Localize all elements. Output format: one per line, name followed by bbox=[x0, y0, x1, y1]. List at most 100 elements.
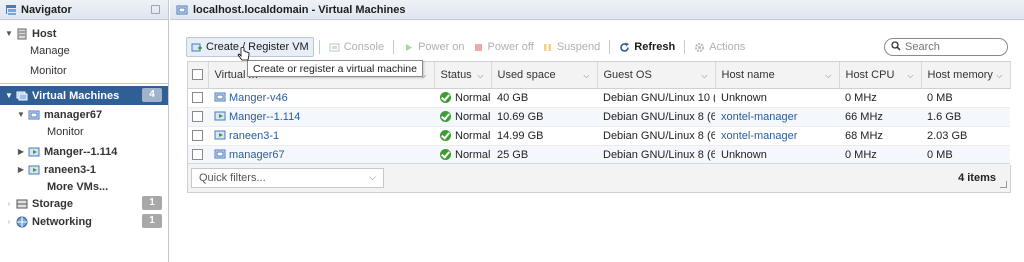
column-host-memory[interactable]: Host memory ⌵ bbox=[921, 62, 1011, 89]
used-space-cell: 25 GB bbox=[491, 145, 597, 165]
nav-vm-manger-1114[interactable]: ▶ Manger--1.114 bbox=[17, 142, 117, 161]
nav-virtual-machines[interactable]: ▼ Virtual Machines bbox=[5, 86, 119, 105]
chevron-down-icon[interactable]: ⌵ bbox=[996, 71, 1002, 81]
host-name-text: Unknown bbox=[721, 91, 767, 104]
refresh-button[interactable]: Refresh bbox=[615, 37, 679, 57]
column-guest-os[interactable]: Guest OS ⌵ bbox=[597, 62, 716, 89]
column-used-space[interactable]: Used space ⌵ bbox=[491, 62, 598, 89]
collapse-navigator-icon[interactable] bbox=[151, 5, 160, 14]
status-ok-icon bbox=[440, 92, 451, 104]
nav-more-vms-label: More VMs... bbox=[47, 180, 109, 193]
navigator-title: Navigator bbox=[21, 3, 72, 16]
item-count: 4 items bbox=[958, 172, 996, 184]
chevron-down-icon[interactable]: ⌵ bbox=[907, 71, 913, 81]
used-space-cell: 14.99 GB bbox=[491, 126, 597, 146]
host-cpu-cell: 0 MHz bbox=[839, 88, 921, 108]
chevron-down-icon[interactable]: ⌵ bbox=[477, 71, 483, 81]
table-row[interactable]: raneen3-1 Normal 14.99 GB Debian GNU/Linux … bbox=[188, 126, 1010, 146]
console-label: Console bbox=[343, 41, 385, 53]
row-checkbox[interactable] bbox=[192, 130, 203, 142]
select-all-header bbox=[188, 62, 209, 89]
toolbar-divider bbox=[318, 40, 320, 54]
column-label: Host CPU bbox=[845, 68, 895, 81]
power-off-button[interactable]: Power off bbox=[469, 37, 538, 57]
search-input[interactable] bbox=[905, 41, 1000, 53]
console-button[interactable]: Console bbox=[325, 37, 388, 57]
table-row[interactable]: Manger--1.114 Normal 10.69 GB Debian GNU/Li… bbox=[188, 107, 1010, 127]
nav-host-monitor[interactable]: Monitor bbox=[30, 61, 67, 80]
nav-storage[interactable]: › Storage bbox=[5, 194, 73, 213]
host-name-text[interactable]: xontel-manager bbox=[721, 130, 797, 142]
chevron-down-icon[interactable]: ⌵ bbox=[825, 71, 831, 81]
host-cpu-cell: 66 MHz bbox=[839, 107, 921, 127]
host-name-cell: xontel-manager bbox=[715, 126, 839, 146]
expand-arrow-icon[interactable]: ▼ bbox=[17, 110, 25, 119]
row-checkbox[interactable] bbox=[192, 149, 203, 161]
nav-storage-label: Storage bbox=[32, 197, 73, 210]
expand-arrow-icon[interactable]: ▶ bbox=[17, 147, 25, 156]
resize-grip-icon[interactable] bbox=[1000, 181, 1007, 188]
networking-count-badge: 1 bbox=[142, 214, 162, 228]
hand-cursor-icon bbox=[237, 46, 251, 66]
host-name-cell: xontel-manager bbox=[715, 107, 839, 127]
row-select-cell bbox=[188, 107, 208, 127]
expand-arrow-icon[interactable]: ▼ bbox=[5, 91, 13, 100]
networking-icon bbox=[16, 216, 28, 228]
table-row[interactable]: manager67 Normal 25 GB Debian GNU/Linux 8 (… bbox=[188, 145, 1010, 165]
chevron-down-icon: ⌵ bbox=[369, 172, 376, 182]
page-title: localhost.localdomain - Virtual Machines bbox=[193, 3, 406, 16]
expand-arrow-icon[interactable]: ▶ bbox=[17, 165, 25, 174]
power-on-button[interactable]: Power on bbox=[399, 37, 468, 57]
vm-name-link[interactable]: Manger-v46 bbox=[229, 92, 288, 104]
vm-name-cell: Manger-v46 bbox=[208, 88, 434, 108]
actions-label: Actions bbox=[709, 41, 746, 53]
vm-name-link[interactable]: Manger--1.114 bbox=[229, 111, 300, 123]
power-off-label: Power off bbox=[487, 41, 534, 53]
host-memory-cell: 0 MB bbox=[921, 145, 1010, 165]
column-host-cpu[interactable]: Host CPU ⌵ bbox=[839, 62, 922, 89]
gear-icon bbox=[694, 42, 705, 53]
search-box[interactable] bbox=[884, 38, 1008, 56]
vm-name-link[interactable]: raneen3-1 bbox=[229, 130, 279, 142]
vm-name-cell: manager67 bbox=[208, 145, 434, 165]
nav-vm-manager67-monitor[interactable]: Monitor bbox=[47, 122, 84, 141]
toolbar-divider bbox=[684, 40, 686, 54]
row-checkbox[interactable] bbox=[192, 92, 203, 104]
quick-filters-dropdown[interactable]: Quick filters... ⌵ bbox=[191, 168, 384, 188]
vm-count-badge: 4 bbox=[142, 88, 162, 102]
column-host-name[interactable]: Host name ⌵ bbox=[715, 62, 840, 89]
status-cell: Normal bbox=[434, 107, 491, 127]
create-vm-icon bbox=[191, 42, 202, 53]
nav-host-manage[interactable]: Manage bbox=[30, 41, 70, 60]
expand-arrow-icon[interactable]: › bbox=[5, 199, 13, 208]
nav-manage-label: Manage bbox=[30, 44, 70, 57]
host-name-text[interactable]: xontel-manager bbox=[721, 111, 797, 123]
vm-icon bbox=[214, 149, 226, 160]
select-all-checkbox[interactable] bbox=[192, 69, 203, 81]
create-vm-tooltip: Create or register a virtual machine bbox=[247, 60, 423, 77]
vm-name-link[interactable]: manager67 bbox=[229, 149, 285, 161]
actions-button[interactable]: Actions bbox=[690, 37, 749, 57]
search-icon bbox=[891, 40, 901, 54]
chevron-down-icon[interactable]: ⌵ bbox=[583, 71, 589, 81]
status-cell: Normal bbox=[434, 88, 491, 108]
chevron-down-icon[interactable]: ⌵ bbox=[701, 71, 707, 81]
power-on-label: Power on bbox=[418, 41, 465, 53]
table-row[interactable]: Manger-v46 Normal 40 GB Debian GNU/Linux 10… bbox=[188, 88, 1010, 108]
host-icon bbox=[16, 28, 28, 40]
nav-vm-manger-1114-label: Manger--1.114 bbox=[44, 145, 118, 158]
nav-vm-manager67-label: manager67 bbox=[44, 108, 103, 121]
nav-networking[interactable]: › Networking bbox=[5, 212, 92, 231]
expand-arrow-icon[interactable]: › bbox=[5, 217, 13, 226]
storage-icon bbox=[16, 198, 28, 210]
row-checkbox[interactable] bbox=[192, 111, 203, 123]
status-cell: Normal bbox=[434, 126, 491, 146]
row-select-cell bbox=[188, 88, 208, 108]
row-select-cell bbox=[188, 145, 208, 165]
status-text: Normal bbox=[455, 148, 491, 161]
nav-vm-raneen3-1-label: raneen3-1 bbox=[44, 163, 96, 176]
main-header: localhost.localdomain - Virtual Machines bbox=[170, 0, 1024, 20]
expand-arrow-icon[interactable]: ▼ bbox=[5, 29, 13, 38]
column-status[interactable]: Status ⌵ bbox=[434, 62, 492, 89]
suspend-button[interactable]: Suspend bbox=[538, 37, 604, 57]
